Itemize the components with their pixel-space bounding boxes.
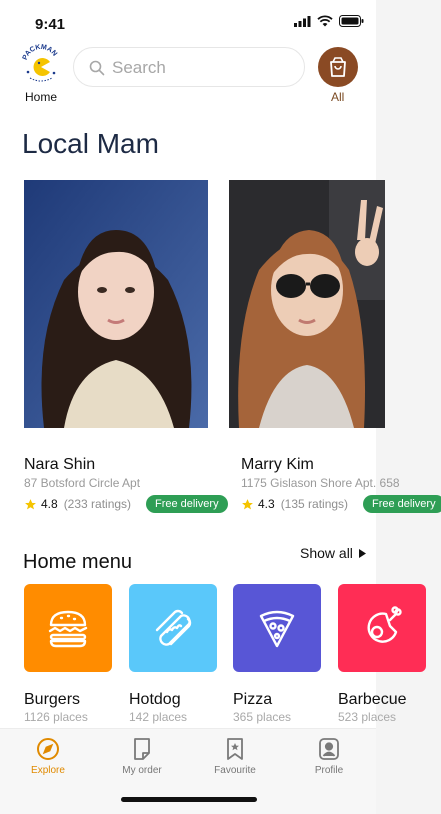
hotdog-icon bbox=[155, 609, 192, 646]
home-indicator bbox=[121, 797, 257, 802]
tab-favourite[interactable]: Favourite bbox=[195, 737, 275, 776]
free-delivery-badge: Free delivery bbox=[363, 495, 441, 513]
vendor-photo bbox=[24, 180, 208, 428]
vendor-card[interactable]: Marry Kim 1175 Gislason Shore Apt. 658 4… bbox=[229, 180, 441, 513]
search-bar[interactable] bbox=[73, 47, 305, 87]
profile-icon bbox=[319, 738, 339, 760]
wifi-icon bbox=[317, 15, 333, 27]
category-name: Pizza bbox=[233, 691, 273, 708]
category-count: 365 places bbox=[233, 710, 292, 724]
all-label: All bbox=[331, 90, 345, 104]
tab-explore[interactable]: Explore bbox=[8, 737, 88, 776]
show-all-link[interactable]: Show all bbox=[300, 545, 366, 561]
shopping-bag-button[interactable] bbox=[318, 47, 358, 87]
tab-my-order[interactable]: My order bbox=[102, 737, 182, 776]
ratings-count: (135 ratings) bbox=[280, 497, 349, 511]
document-icon bbox=[134, 738, 150, 760]
compass-icon bbox=[37, 738, 59, 760]
tab-profile[interactable]: Profile bbox=[289, 737, 369, 776]
play-arrow-icon bbox=[358, 548, 366, 558]
ratings-count: (233 ratings) bbox=[63, 497, 132, 511]
category-tile-burgers[interactable] bbox=[24, 584, 112, 672]
pizza-icon bbox=[259, 610, 295, 648]
vendor-name: Nara Shin bbox=[24, 456, 96, 473]
status-icons bbox=[294, 15, 364, 27]
tab-label: Explore bbox=[31, 765, 65, 776]
star-icon bbox=[242, 498, 253, 509]
vendor-address: 1175 Gislason Shore Apt. 658 bbox=[241, 476, 400, 490]
packman-logo[interactable]: PACKMAN bbox=[20, 44, 62, 86]
category-name: Barbecue bbox=[338, 691, 407, 708]
home-menu-title: Home menu bbox=[23, 551, 132, 573]
home-label: Home bbox=[25, 90, 58, 104]
search-input[interactable] bbox=[110, 57, 294, 79]
shopping-bag-icon bbox=[330, 57, 346, 77]
free-delivery-badge: Free delivery bbox=[146, 495, 228, 513]
category-name: Burgers bbox=[24, 691, 81, 708]
rating-value: 4.8 bbox=[41, 497, 58, 511]
section-title: Local Mam bbox=[22, 128, 159, 159]
signal-icon bbox=[294, 15, 311, 27]
burger-icon bbox=[48, 610, 88, 648]
vendor-card[interactable]: Nara Shin 87 Botsford Circle Apt 4.8 (23… bbox=[24, 180, 228, 513]
tab-label: Favourite bbox=[214, 765, 256, 776]
rating-value: 4.3 bbox=[258, 497, 275, 511]
category-tile-pizza[interactable] bbox=[233, 584, 321, 672]
battery-icon bbox=[339, 15, 364, 27]
tab-label: My order bbox=[122, 765, 162, 776]
vendor-photo bbox=[229, 180, 385, 428]
vendor-rating: 4.8 (233 ratings) bbox=[24, 497, 131, 511]
star-icon bbox=[25, 498, 36, 509]
category-count: 1126 places bbox=[24, 710, 88, 724]
category-tile-hotdog[interactable] bbox=[129, 584, 217, 672]
category-name: Hotdog bbox=[129, 691, 181, 708]
bookmark-icon bbox=[227, 738, 243, 760]
category-count: 523 places bbox=[338, 710, 397, 724]
search-icon bbox=[89, 60, 105, 76]
app-screen: 9:41 PACKMAN Home Search All Local Mam N… bbox=[0, 0, 441, 814]
tab-label: Profile bbox=[314, 765, 344, 776]
vendor-address: 87 Botsford Circle Apt bbox=[24, 476, 141, 490]
category-tile-barbecue[interactable] bbox=[338, 584, 426, 672]
meat-icon bbox=[367, 606, 402, 643]
show-all-label: Show all bbox=[300, 545, 353, 561]
vendor-rating: 4.3 (135 ratings) bbox=[241, 497, 348, 511]
vendor-name: Marry Kim bbox=[241, 456, 314, 473]
category-count: 142 places bbox=[129, 710, 188, 724]
status-time: 9:41 bbox=[35, 16, 66, 33]
